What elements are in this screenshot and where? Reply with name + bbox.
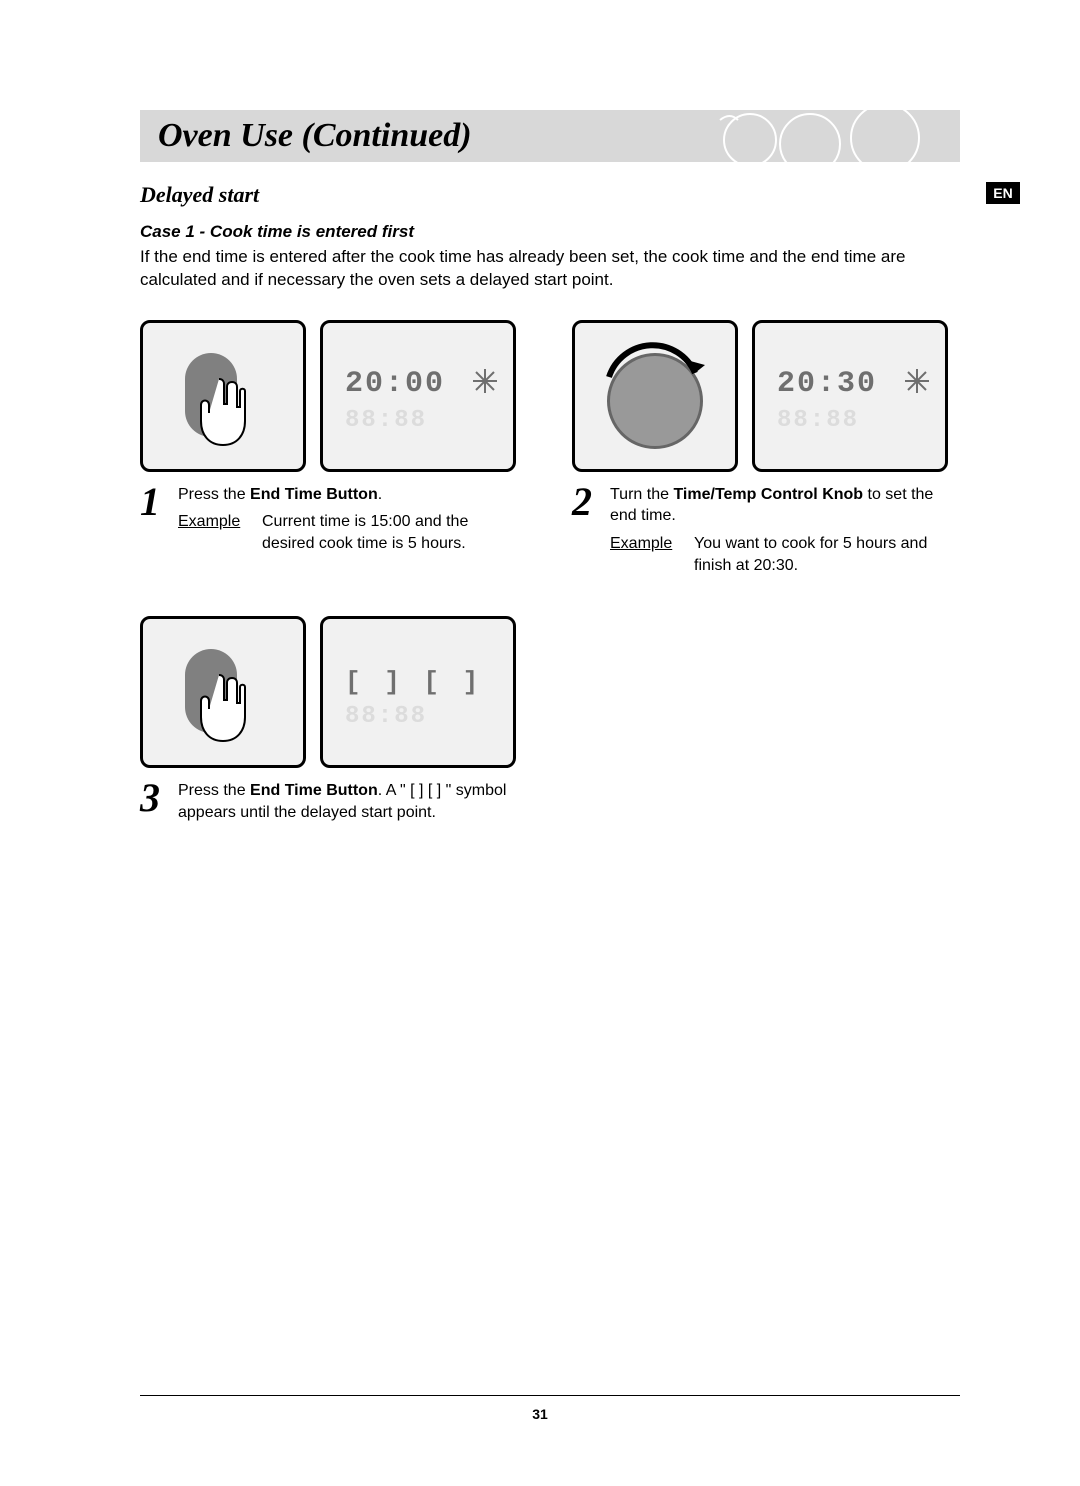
display-ghost-2: 88:88	[777, 407, 859, 434]
step-1: 1 Press the End Time Button. Example Cur…	[140, 484, 516, 555]
rotate-arrow-icon	[597, 329, 707, 389]
step-2-example-label: Example	[610, 533, 674, 576]
step-1-example-text: Current time is 15:00 and the desired co…	[262, 511, 516, 554]
step-3-text-pre: Press the	[178, 782, 250, 799]
hand-icon	[197, 377, 257, 447]
step-3-illustration: [ ] [ ] 88:88	[140, 616, 516, 768]
language-tag: EN	[986, 182, 1020, 204]
knob-panel	[572, 320, 738, 472]
step-2-text-pre: Turn the	[610, 486, 673, 503]
step-3-number: 3	[140, 780, 168, 816]
step-2-text-bold: Time/Temp Control Knob	[673, 486, 863, 503]
step-1-column: 20:00 88:88 1 Press the End Time Button.…	[140, 320, 516, 576]
intro-paragraph: If the end time is entered after the coo…	[140, 246, 960, 292]
button-press-panel-3	[140, 616, 306, 768]
step-3-text-bold: End Time Button	[250, 782, 378, 799]
subsection-title: Delayed start	[140, 182, 259, 208]
step-1-number: 1	[140, 484, 168, 520]
step-1-text-pre: Press the	[178, 486, 250, 503]
step-1-example-label: Example	[178, 511, 242, 554]
display-ghost-3: 88:88	[345, 703, 427, 730]
timer-icon	[903, 367, 931, 395]
hand-icon	[197, 673, 257, 743]
step-3: 3 Press the End Time Button. A " [ ] [ ]…	[140, 780, 516, 823]
step-3-column: [ ] [ ] 88:88 3 Press the End Time Butto…	[140, 616, 516, 823]
display-value-3: [ ] [ ]	[345, 667, 482, 697]
display-panel-1: 20:00 88:88	[320, 320, 516, 472]
timer-icon	[471, 367, 499, 395]
step-2-illustration: 20:30 88:88	[572, 320, 948, 472]
step-1-text-post: .	[378, 486, 382, 503]
section-banner: Oven Use (Continued)	[140, 110, 960, 162]
display-value-2: 20:30	[777, 367, 877, 401]
display-panel-3: [ ] [ ] 88:88	[320, 616, 516, 768]
step-2-column: 20:30 88:88 2 Turn the Time/Temp Control…	[572, 320, 948, 576]
section-title: Oven Use (Continued)	[158, 117, 472, 155]
display-panel-2: 20:30 88:88	[752, 320, 948, 472]
display-ghost-1: 88:88	[345, 407, 427, 434]
step-2-example-text: You want to cook for 5 hours and finish …	[694, 533, 948, 576]
step-2-number: 2	[572, 484, 600, 520]
footer-rule	[140, 1395, 960, 1396]
banner-decoration	[660, 110, 960, 162]
case-title: Case 1 - Cook time is entered first	[140, 222, 960, 242]
page-number: 31	[0, 1406, 1080, 1422]
step-1-text-bold: End Time Button	[250, 486, 378, 503]
display-value-1: 20:00	[345, 367, 445, 401]
step-2: 2 Turn the Time/Temp Control Knob to set…	[572, 484, 948, 576]
step-1-illustration: 20:00 88:88	[140, 320, 516, 472]
button-press-panel	[140, 320, 306, 472]
